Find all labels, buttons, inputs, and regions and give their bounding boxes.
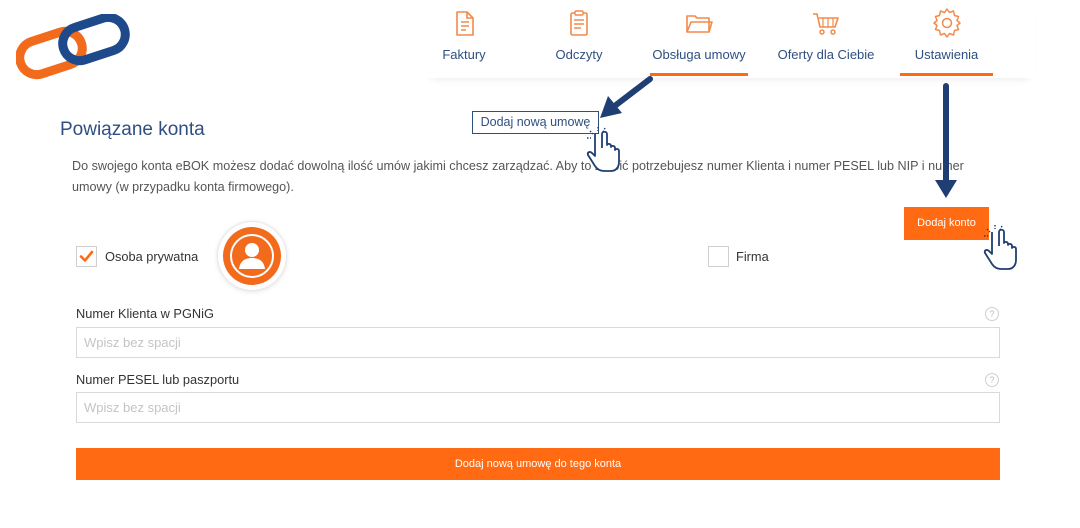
- active-tab-underline: [650, 73, 748, 76]
- customer-number-label: Numer Klienta w PGNiG: [76, 306, 214, 321]
- company-checkbox[interactable]: [708, 246, 729, 267]
- pesel-passport-label: Numer PESEL lub paszportu: [76, 372, 240, 387]
- folder-icon: [686, 15, 713, 33]
- page-title: Powiązane konta: [60, 119, 205, 140]
- nav-item-settings[interactable]: Ustawienia: [900, 0, 993, 78]
- person-icon: [230, 234, 274, 278]
- top-navigation: Faktury Odczyty Obsługa umowy Oferty dla…: [425, 0, 1035, 78]
- nav-item-label: Faktury: [442, 47, 486, 62]
- customer-number-input[interactable]: [76, 327, 1000, 358]
- nav-item-invoices[interactable]: Faktury: [425, 0, 503, 78]
- add-account-button[interactable]: Dodaj konto: [904, 207, 989, 240]
- nav-item-readings[interactable]: Odczyty: [541, 0, 617, 78]
- help-icon[interactable]: ?: [985, 373, 999, 387]
- chain-link-logo: [16, 14, 130, 80]
- add-contract-submit-button[interactable]: Dodaj nową umowę do tego konta: [76, 448, 1000, 480]
- gear-icon: [932, 8, 961, 38]
- help-icon[interactable]: ?: [985, 307, 999, 321]
- nav-item-offers[interactable]: Oferty dla Ciebie: [773, 0, 879, 78]
- pesel-passport-input[interactable]: [76, 392, 1000, 423]
- invoice-icon: [456, 11, 474, 36]
- add-contract-link[interactable]: Dodaj nową umowę: [472, 111, 599, 134]
- cart-icon: [813, 13, 839, 35]
- intro-text: Do swojego konta eBOK możesz dodać dowol…: [72, 159, 964, 194]
- nav-item-label: Oferty dla Ciebie: [777, 47, 875, 62]
- company-label: Firma: [736, 249, 769, 264]
- person-avatar: [218, 222, 286, 290]
- private-person-label: Osoba prywatna: [105, 249, 199, 264]
- nav-item-label: Odczyty: [555, 47, 603, 62]
- arrow-icon: [600, 76, 653, 118]
- checkmark-icon: [79, 250, 94, 262]
- private-person-checkbox[interactable]: [76, 246, 97, 267]
- nav-item-label: Ustawienia: [914, 47, 979, 62]
- nav-item-label: Obsługa umowy: [652, 47, 746, 62]
- clipboard-icon: [570, 10, 588, 36]
- nav-item-contract-service[interactable]: Obsługa umowy: [650, 0, 748, 78]
- active-tab-underline: [900, 73, 993, 76]
